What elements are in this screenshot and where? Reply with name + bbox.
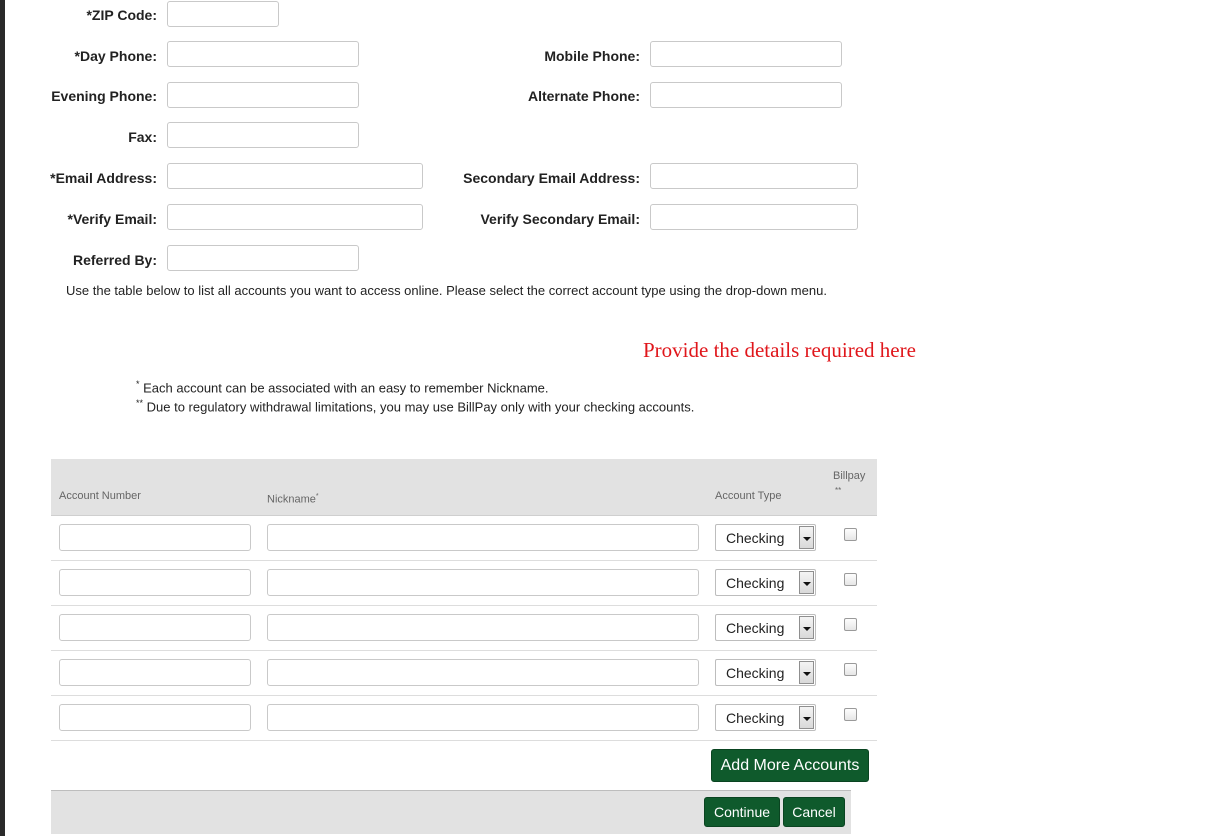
- billpay-checkbox-2[interactable]: [844, 573, 857, 586]
- billpay-footnote: ** Due to regulatory withdrawal limitati…: [136, 394, 694, 416]
- annotation-text: Provide the details required here: [643, 338, 916, 362]
- account-type-select-2[interactable]: Checking: [715, 569, 816, 596]
- mobile-phone-label: Mobile Phone:: [544, 48, 640, 64]
- accounts-table-header: [51, 459, 877, 516]
- account-number-input-2[interactable]: [59, 569, 251, 596]
- referred-by-label: Referred By:: [72, 252, 157, 268]
- evening-phone-input[interactable]: [167, 82, 359, 108]
- day-phone-label: *Day Phone:: [74, 48, 157, 64]
- nickname-header: Nickname*: [267, 490, 319, 507]
- row-divider: [51, 560, 877, 561]
- mobile-phone-input[interactable]: [650, 41, 842, 67]
- verify-secondary-email-input[interactable]: [650, 204, 858, 230]
- account-number-header: Account Number: [59, 490, 141, 502]
- account-type-select-5[interactable]: Checking: [715, 704, 816, 731]
- verify-email-input[interactable]: [167, 204, 423, 230]
- billpay-header-marker: **: [835, 486, 842, 495]
- nickname-input-2[interactable]: [267, 569, 699, 596]
- account-type-value-5: Checking: [726, 710, 785, 726]
- billpay-checkbox-5[interactable]: [844, 708, 857, 721]
- referred-by-input[interactable]: [167, 245, 359, 271]
- nickname-input-5[interactable]: [267, 704, 699, 731]
- account-number-input-4[interactable]: [59, 659, 251, 686]
- zip-code-label: *ZIP Code:: [86, 7, 157, 23]
- nickname-input-1[interactable]: [267, 524, 699, 551]
- verify-email-label: *Verify Email:: [67, 211, 158, 227]
- evening-phone-label: Evening Phone:: [51, 88, 157, 104]
- alternate-phone-input[interactable]: [650, 82, 842, 108]
- secondary-email-label: Secondary Email Address:: [463, 170, 640, 186]
- chevron-down-icon: [799, 571, 814, 594]
- billpay-checkbox-1[interactable]: [844, 528, 857, 541]
- nickname-input-4[interactable]: [267, 659, 699, 686]
- nickname-header-marker: *: [315, 493, 319, 500]
- instructions-text: Use the table below to list all accounts…: [66, 283, 827, 298]
- row-divider: [51, 695, 877, 696]
- email-address-label: *Email Address:: [50, 170, 157, 186]
- cancel-button[interactable]: Cancel: [783, 797, 845, 827]
- fax-input[interactable]: [167, 122, 359, 148]
- billpay-checkbox-3[interactable]: [844, 618, 857, 631]
- billpay-header: Billpay: [833, 470, 866, 482]
- chevron-down-icon: [799, 661, 814, 684]
- alternate-phone-label: Alternate Phone:: [527, 88, 640, 104]
- account-type-select-4[interactable]: Checking: [715, 659, 816, 686]
- zip-code-input[interactable]: [167, 1, 279, 27]
- account-number-input-3[interactable]: [59, 614, 251, 641]
- verify-secondary-email-label: Verify Secondary Email:: [480, 211, 640, 227]
- row-divider: [51, 605, 877, 606]
- account-type-value-1: Checking: [726, 530, 785, 546]
- row-divider: [51, 650, 877, 651]
- fax-label: Fax:: [128, 129, 157, 145]
- continue-button[interactable]: Continue: [704, 797, 780, 827]
- account-number-input-1[interactable]: [59, 524, 251, 551]
- add-more-accounts-button[interactable]: Add More Accounts: [711, 749, 869, 782]
- account-type-value-2: Checking: [726, 575, 785, 591]
- secondary-email-input[interactable]: [650, 163, 858, 189]
- day-phone-input[interactable]: [167, 41, 359, 67]
- window-left-edge: [0, 0, 5, 836]
- footnote-text: Due to regulatory withdrawal limitations…: [143, 399, 695, 415]
- account-type-select-1[interactable]: Checking: [715, 524, 816, 551]
- chevron-down-icon: [799, 526, 814, 549]
- nickname-input-3[interactable]: [267, 614, 699, 641]
- account-type-value-3: Checking: [726, 620, 785, 636]
- account-type-header: Account Type: [715, 490, 782, 502]
- email-address-input[interactable]: [167, 163, 423, 189]
- footnote-marker: **: [136, 398, 144, 408]
- nickname-header-label: Nickname: [267, 493, 316, 506]
- chevron-down-icon: [799, 616, 814, 639]
- row-divider: [51, 740, 877, 741]
- account-type-value-4: Checking: [726, 665, 785, 681]
- account-number-input-5[interactable]: [59, 704, 251, 731]
- billpay-checkbox-4[interactable]: [844, 663, 857, 676]
- account-type-select-3[interactable]: Checking: [715, 614, 816, 641]
- chevron-down-icon: [799, 706, 814, 729]
